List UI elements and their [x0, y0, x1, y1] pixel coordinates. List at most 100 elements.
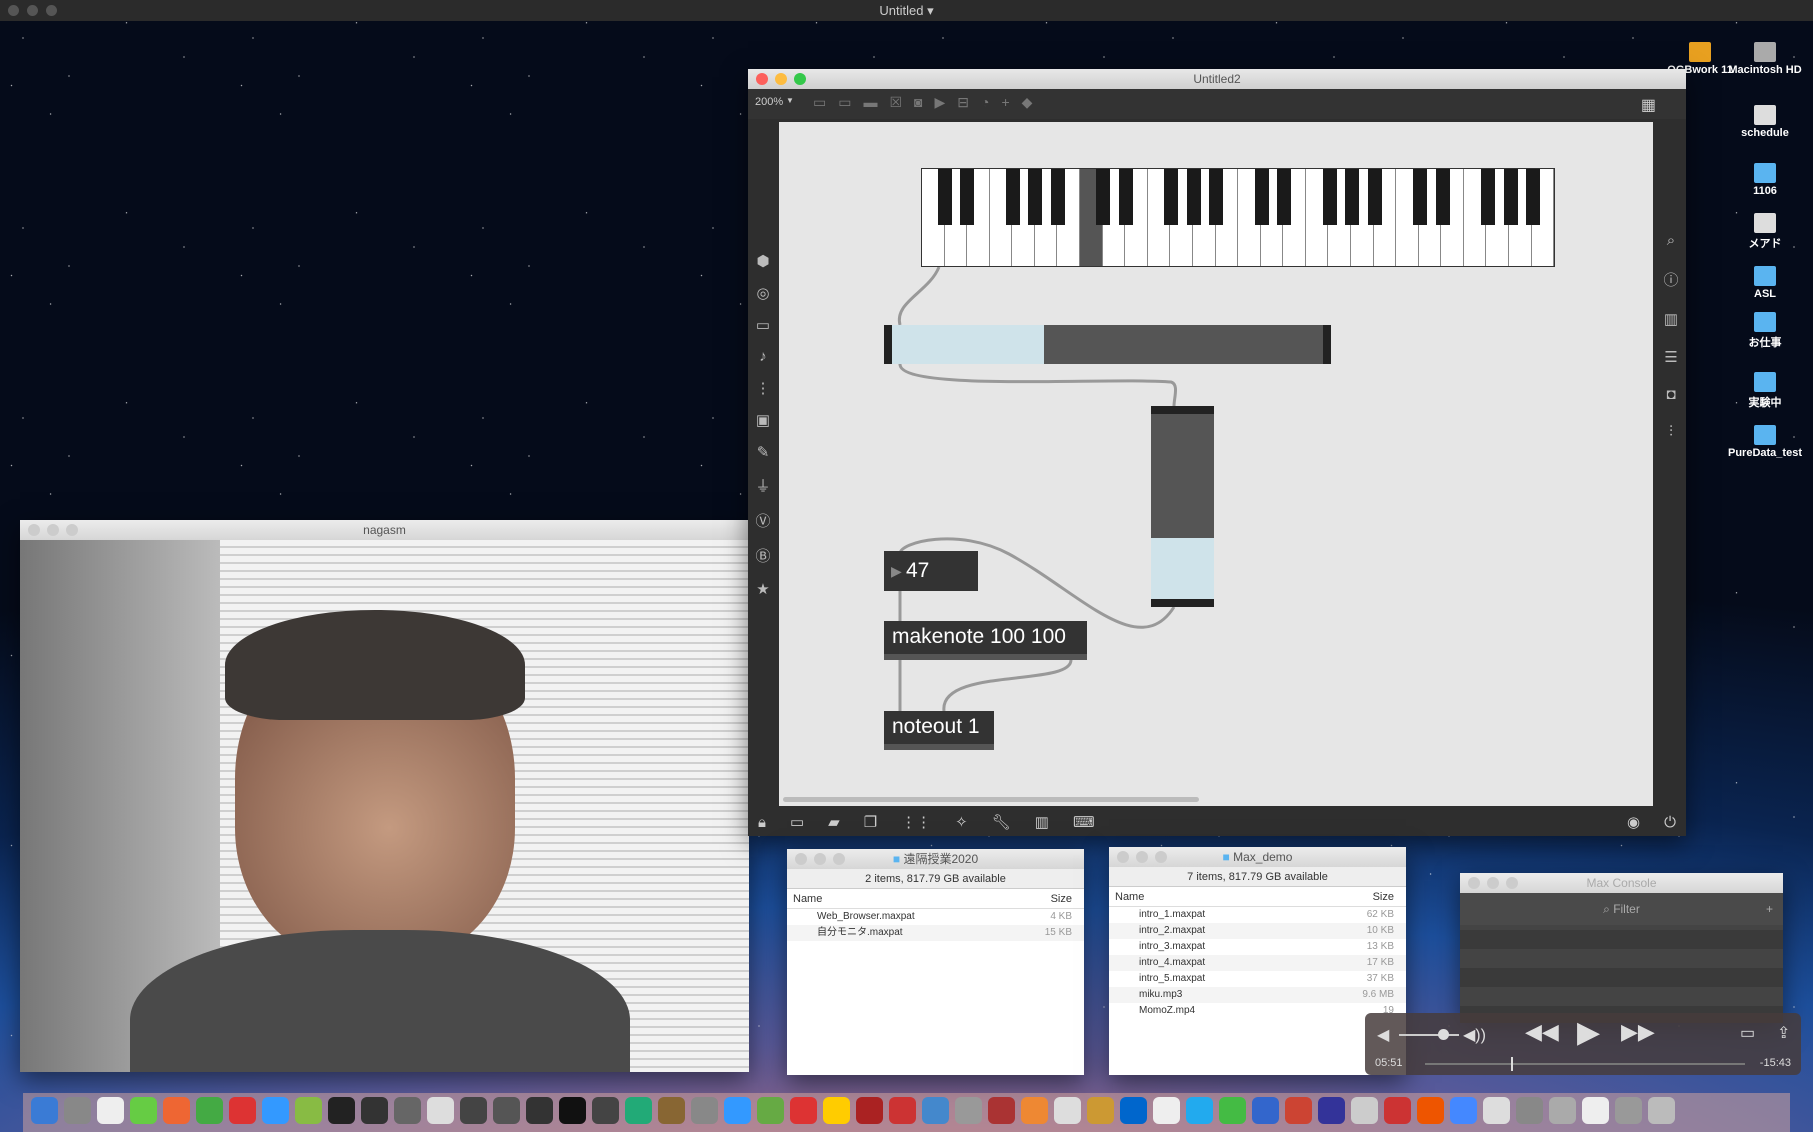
- file-row[interactable]: intro_5.maxpat 37 KB: [1109, 971, 1406, 987]
- file-row[interactable]: Web_Browser.maxpat 4 KB: [787, 909, 1084, 925]
- dock-app-icon[interactable]: [691, 1097, 718, 1124]
- file-row[interactable]: 自分モニタ.maxpat 15 KB: [787, 925, 1084, 941]
- wrench-icon[interactable]: 🔧︎: [992, 813, 1011, 831]
- file-row[interactable]: miku.mp3 9.6 MB: [1109, 987, 1406, 1003]
- add-icon[interactable]: +: [1001, 94, 1009, 111]
- dock-app-icon[interactable]: [31, 1097, 58, 1124]
- dock-app-icon[interactable]: [988, 1097, 1015, 1124]
- dock-app-icon[interactable]: [1087, 1097, 1114, 1124]
- desktop-item[interactable]: 実験中: [1720, 372, 1810, 410]
- dock-app-icon[interactable]: [724, 1097, 751, 1124]
- dock-app-icon[interactable]: [1549, 1097, 1576, 1124]
- black-key[interactable]: [1413, 169, 1428, 226]
- vertical-slider[interactable]: [1151, 406, 1214, 607]
- dock-app-icon[interactable]: [856, 1097, 883, 1124]
- piano-icon[interactable]: ▥: [1035, 813, 1049, 831]
- dock-app-icon[interactable]: [1582, 1097, 1609, 1124]
- object-icon[interactable]: ▭: [756, 316, 770, 334]
- file-row[interactable]: MomoZ.mp4 19: [1109, 1003, 1406, 1019]
- dock-app-icon[interactable]: [823, 1097, 850, 1124]
- black-key[interactable]: [1435, 169, 1450, 226]
- black-key[interactable]: [1096, 169, 1111, 226]
- kslider-keyboard[interactable]: [921, 168, 1555, 267]
- toggle-icon[interactable]: ☒: [889, 94, 902, 111]
- dock-app-icon[interactable]: [1351, 1097, 1378, 1124]
- play-circle-icon[interactable]: ◉: [1627, 813, 1640, 831]
- dock-app-icon[interactable]: [1186, 1097, 1213, 1124]
- dock-app-icon[interactable]: [97, 1097, 124, 1124]
- black-key[interactable]: [1526, 169, 1541, 226]
- dock-app-icon[interactable]: [658, 1097, 685, 1124]
- b-icon[interactable]: Ⓑ: [755, 545, 770, 566]
- dock-app-icon[interactable]: [1252, 1097, 1279, 1124]
- desktop-item[interactable]: お仕事: [1720, 312, 1810, 350]
- black-key[interactable]: [1118, 169, 1133, 226]
- dock-app-icon[interactable]: [1450, 1097, 1477, 1124]
- target-icon[interactable]: ◎: [756, 284, 769, 302]
- dock-app-icon[interactable]: [625, 1097, 652, 1124]
- desktop-item[interactable]: schedule: [1720, 105, 1810, 139]
- paperclip-icon[interactable]: ✎: [757, 443, 770, 461]
- airplay-icon[interactable]: ▭: [1740, 1023, 1755, 1043]
- image-icon[interactable]: ▣: [756, 411, 770, 429]
- filter-input[interactable]: ⌕ Filter +: [1460, 893, 1783, 925]
- dock-app-icon[interactable]: [427, 1097, 454, 1124]
- black-key[interactable]: [1050, 169, 1065, 226]
- dock-app-icon[interactable]: [757, 1097, 784, 1124]
- black-key[interactable]: [1481, 169, 1496, 226]
- black-key[interactable]: [1367, 169, 1382, 226]
- dock-app-icon[interactable]: [229, 1097, 256, 1124]
- layers-icon[interactable]: ❐: [864, 813, 877, 831]
- dock-app-icon[interactable]: [889, 1097, 916, 1124]
- black-key[interactable]: [1254, 169, 1269, 226]
- dock-app-icon[interactable]: [526, 1097, 553, 1124]
- dock-app-icon[interactable]: [196, 1097, 223, 1124]
- progress-bar[interactable]: [1425, 1057, 1745, 1071]
- dock-app-icon[interactable]: [1615, 1097, 1642, 1124]
- file-row[interactable]: intro_4.maxpat 17 KB: [1109, 955, 1406, 971]
- menubar-title[interactable]: Untitled: [879, 3, 923, 18]
- search-icon[interactable]: ⌕: [1667, 232, 1675, 249]
- dock-app-icon[interactable]: [1318, 1097, 1345, 1124]
- column-name[interactable]: Name: [793, 889, 822, 908]
- share-icon[interactable]: ⇪: [1777, 1023, 1790, 1043]
- black-key[interactable]: [1186, 169, 1201, 226]
- desktop-item[interactable]: ASL: [1720, 266, 1810, 300]
- dock-app-icon[interactable]: [790, 1097, 817, 1124]
- dock-app-icon[interactable]: [460, 1097, 487, 1124]
- black-key[interactable]: [1322, 169, 1337, 226]
- desktop-item[interactable]: メアド: [1720, 213, 1810, 251]
- comment-icon[interactable]: ▰: [828, 813, 840, 831]
- dock-app-icon[interactable]: [163, 1097, 190, 1124]
- comment-icon[interactable]: ▬: [863, 94, 877, 111]
- dock-app-icon[interactable]: [922, 1097, 949, 1124]
- pin-icon[interactable]: ✧: [955, 813, 968, 831]
- message-icon[interactable]: ▭: [838, 94, 851, 111]
- grid-icon[interactable]: ⋮⋮: [901, 813, 931, 831]
- power-icon[interactable]: ⏻: [1664, 814, 1676, 831]
- dock-app-icon[interactable]: [559, 1097, 586, 1124]
- dock-app-icon[interactable]: [955, 1097, 982, 1124]
- dock-app-icon[interactable]: [1648, 1097, 1675, 1124]
- file-row[interactable]: intro_1.maxpat 62 KB: [1109, 907, 1406, 923]
- camera-icon[interactable]: ◘: [1666, 386, 1675, 403]
- black-key[interactable]: [1028, 169, 1043, 226]
- patcher-canvas[interactable]: ▶ 47 makenote 100 100 noteout 1: [779, 122, 1653, 806]
- dock-app-icon[interactable]: [64, 1097, 91, 1124]
- button-icon[interactable]: ◙: [914, 94, 922, 111]
- file-row[interactable]: intro_3.maxpat 13 KB: [1109, 939, 1406, 955]
- black-key[interactable]: [1345, 169, 1360, 226]
- desktop-item[interactable]: Macintosh HD: [1720, 42, 1810, 76]
- dock-app-icon[interactable]: [130, 1097, 157, 1124]
- desktop-item[interactable]: 1106: [1720, 163, 1810, 197]
- dock-app-icon[interactable]: [493, 1097, 520, 1124]
- horizontal-scrollbar[interactable]: [783, 797, 1199, 802]
- sequence-icon[interactable]: ⋮: [756, 379, 771, 397]
- dock-app-icon[interactable]: [328, 1097, 355, 1124]
- dock-app-icon[interactable]: [1417, 1097, 1444, 1124]
- grid-icon[interactable]: ▦: [1641, 95, 1656, 115]
- column-size[interactable]: Size: [1051, 889, 1072, 908]
- column-size[interactable]: Size: [1373, 887, 1394, 906]
- dock-app-icon[interactable]: [1219, 1097, 1246, 1124]
- dock-app-icon[interactable]: [1120, 1097, 1147, 1124]
